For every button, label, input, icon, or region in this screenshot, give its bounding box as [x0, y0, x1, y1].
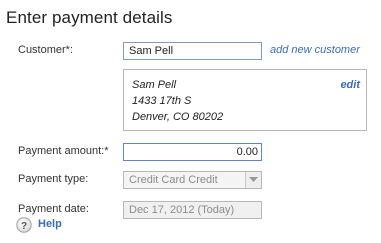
payment-type-select[interactable]: Credit Card Credit: [123, 171, 262, 189]
payment-type-label: Payment type:: [18, 173, 89, 185]
payment-amount-input[interactable]: 0.00: [123, 143, 262, 161]
address-line-city: Denver, CO 80202: [132, 111, 224, 123]
svg-text:?: ?: [21, 221, 27, 232]
customer-label: Customer*:: [18, 44, 74, 56]
help-label: Help: [38, 218, 62, 230]
address-line-street: 1433 17th S: [132, 95, 192, 107]
payment-date-label: Payment date:: [18, 203, 89, 215]
customer-address-box: Sam Pell 1433 17th S Denver, CO 80202 ed…: [123, 69, 367, 131]
payment-type-selected-value: Credit Card Credit: [129, 174, 218, 186]
customer-input[interactable]: Sam Pell: [123, 42, 262, 60]
add-new-customer-link[interactable]: add new customer: [270, 44, 360, 56]
payment-type-dropdown-button[interactable]: [245, 172, 261, 188]
page-title: Enter payment details: [6, 8, 173, 27]
chevron-down-icon: [249, 177, 258, 182]
edit-address-link[interactable]: edit: [340, 79, 360, 91]
payment-date-input[interactable]: Dec 17, 2012 (Today): [123, 201, 262, 219]
address-line-name: Sam Pell: [132, 79, 177, 91]
payment-amount-label: Payment amount:*: [18, 145, 109, 157]
question-mark-icon: ?: [16, 217, 32, 233]
